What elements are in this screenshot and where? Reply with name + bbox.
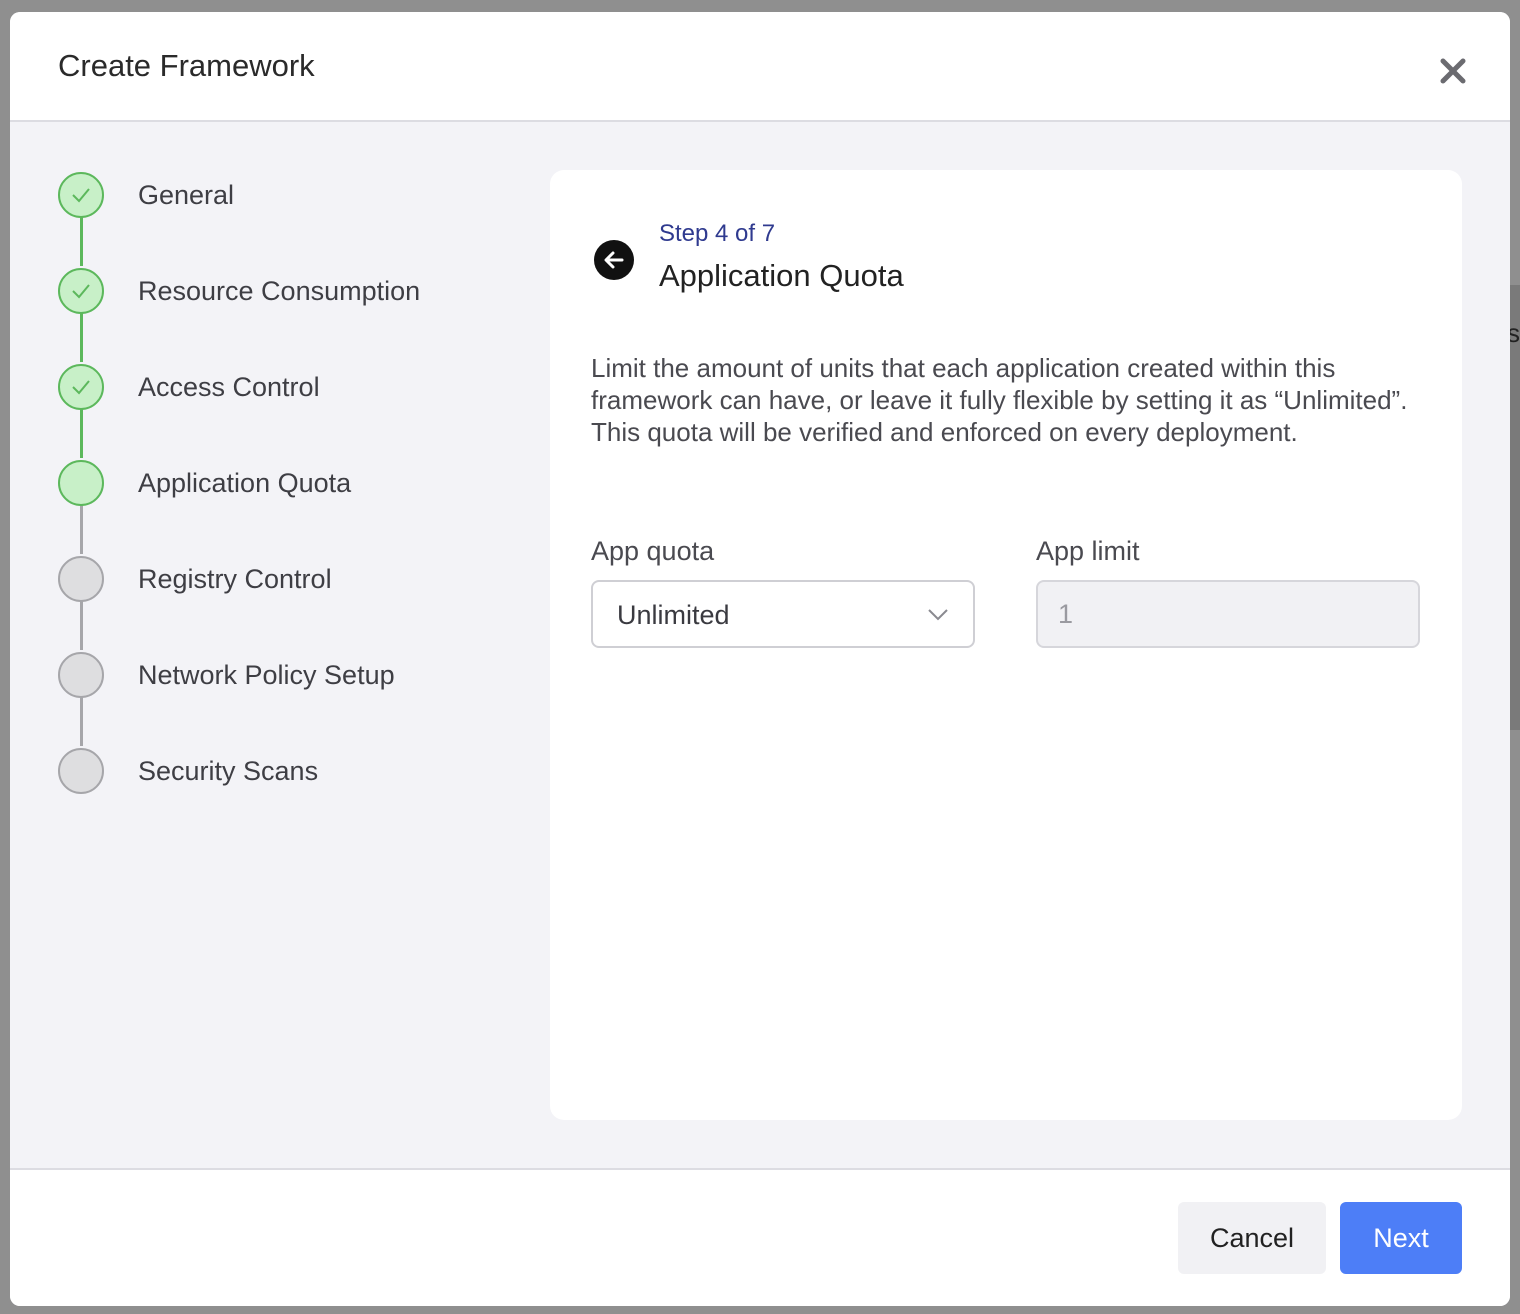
step-title: Application Quota	[659, 258, 904, 293]
create-framework-modal: Create Framework General Resource Consum…	[10, 12, 1510, 1306]
step-indicator: Step 4 of 7	[659, 220, 776, 247]
chevron-down-icon	[927, 606, 949, 627]
current-step-indicator	[58, 460, 104, 506]
pending-step-indicator	[58, 556, 104, 602]
app-limit-input[interactable]	[1036, 580, 1420, 648]
step-access-control[interactable]: Access Control	[58, 362, 498, 412]
step-description: Limit the amount of units that each appl…	[591, 353, 1408, 447]
step-registry-control[interactable]: Registry Control	[58, 554, 498, 604]
step-connector	[80, 216, 83, 266]
pending-step-indicator	[58, 748, 104, 794]
step-connector	[80, 600, 83, 650]
step-connector	[80, 312, 83, 362]
modal-footer: Cancel Next	[10, 1168, 1510, 1306]
app-quota-label: App quota	[591, 536, 715, 566]
step-general[interactable]: General	[58, 170, 498, 220]
step-label: Resource Consumption	[138, 275, 421, 306]
modal-title: Create Framework	[58, 48, 315, 83]
step-security-scans[interactable]: Security Scans	[58, 746, 498, 796]
step-network-policy-setup[interactable]: Network Policy Setup	[58, 650, 498, 700]
check-icon	[58, 364, 104, 410]
modal-header: Create Framework	[10, 12, 1510, 122]
step-connector	[80, 408, 83, 458]
next-button[interactable]: Next	[1340, 1202, 1462, 1274]
step-application-quota[interactable]: Application Quota	[58, 458, 498, 508]
back-arrow-icon[interactable]	[594, 240, 634, 280]
backdrop-panel	[1510, 285, 1520, 730]
pending-step-indicator	[58, 652, 104, 698]
step-label: Access Control	[138, 371, 320, 402]
step-label: Network Policy Setup	[138, 659, 395, 690]
step-connector	[80, 696, 83, 746]
check-icon	[58, 268, 104, 314]
cancel-button[interactable]: Cancel	[1178, 1202, 1326, 1274]
step-content-card: Step 4 of 7 Application Quota Limit the …	[550, 170, 1462, 1120]
check-icon	[58, 172, 104, 218]
app-quota-select[interactable]: Unlimited	[591, 580, 975, 648]
step-connector	[80, 504, 83, 554]
step-label: Application Quota	[138, 467, 352, 498]
close-icon[interactable]	[1436, 54, 1470, 88]
step-label: Security Scans	[138, 755, 319, 786]
app-quota-value: Unlimited	[617, 600, 730, 630]
wizard-stepper: General Resource Consumption Access Cont…	[58, 170, 498, 810]
step-label: General	[138, 179, 235, 210]
step-resource-consumption[interactable]: Resource Consumption	[58, 266, 498, 316]
app-limit-label: App limit	[1036, 536, 1140, 566]
step-label: Registry Control	[138, 563, 332, 594]
